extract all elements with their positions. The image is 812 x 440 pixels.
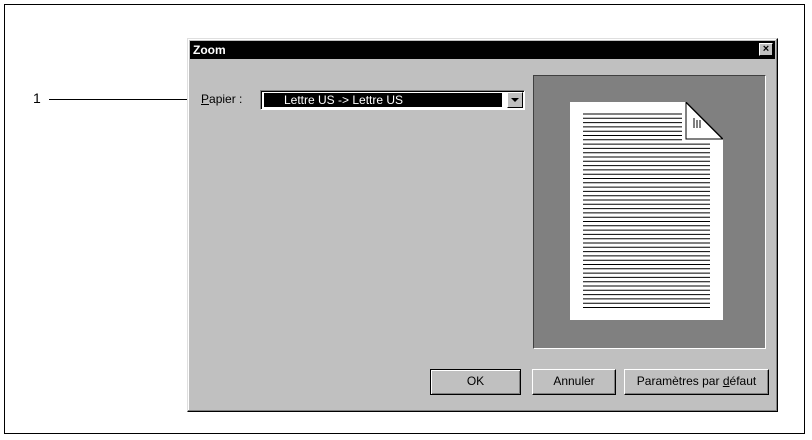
paper-select[interactable]: Lettre US -> Lettre US: [260, 90, 525, 110]
paper-label: Papier :: [201, 92, 242, 106]
defaults-button-label-suffix: éfaut: [729, 374, 757, 388]
zoom-dialog: Zoom × Papier : Lettre US -> Lettre US O…: [187, 38, 778, 412]
document-page-icon: [570, 102, 723, 320]
defaults-button[interactable]: Paramètres par défaut: [624, 369, 769, 395]
defaults-button-label-prefix: Paramètres par: [636, 374, 723, 388]
close-icon: ×: [762, 43, 770, 55]
ok-button[interactable]: OK: [430, 369, 521, 395]
title-bar: Zoom ×: [190, 41, 775, 59]
close-button[interactable]: ×: [759, 43, 773, 56]
callout-number: 1: [33, 90, 41, 106]
page-preview: [533, 75, 766, 349]
paper-label-accelerator: P: [201, 92, 210, 106]
paper-select-value: Lettre US -> Lettre US: [264, 93, 502, 107]
chevron-down-icon: [511, 98, 519, 102]
dialog-title: Zoom: [193, 43, 226, 57]
callout-line: [49, 99, 194, 100]
paper-label-text: apier :: [209, 92, 243, 106]
dropdown-button[interactable]: [507, 92, 523, 108]
defaults-button-accelerator: d: [722, 374, 730, 388]
cancel-button[interactable]: Annuler: [532, 369, 616, 395]
